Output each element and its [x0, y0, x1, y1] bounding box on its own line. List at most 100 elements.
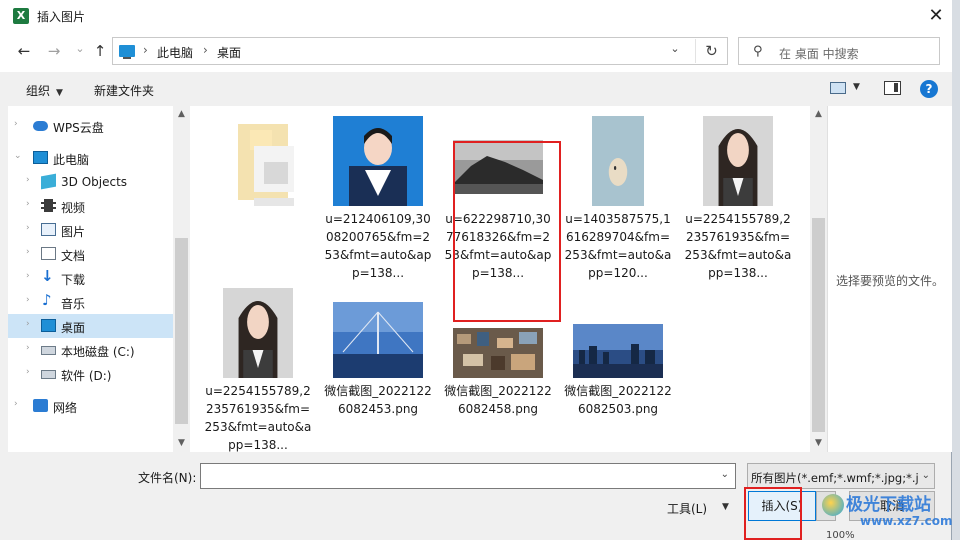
file-type-filter-value: 所有图片(*.emf;*.wmf;*.jpg;*.jpeg;*.png)	[751, 471, 919, 485]
scroll-up-icon[interactable]: ▲	[810, 106, 827, 123]
watermark-logo-icon	[822, 494, 844, 516]
refresh-button[interactable]: ↻	[695, 39, 727, 63]
navigation-pane: › WPS云盘 ⌄ 此电脑 › 3D Objects › 视频 › 图片 › 文…	[8, 106, 173, 452]
organize-label: 组织	[26, 84, 51, 98]
sidebar-item-label: 此电脑	[53, 153, 90, 167]
file-name: 微信截图_20221226082458.png	[444, 384, 552, 416]
sidebar-item-local-disk-c[interactable]: › 本地磁盘 (C:)	[8, 338, 173, 362]
chevron-down-icon[interactable]: ⌄	[922, 470, 930, 481]
sidebar-item-label: 3D Objects	[61, 175, 128, 189]
sidebar-item-videos[interactable]: › 视频	[8, 194, 173, 218]
portrait-gray-thumbnail	[703, 116, 773, 206]
preview-pane: 选择要预览的文件。	[827, 106, 952, 452]
disk-icon	[41, 370, 56, 379]
back-button[interactable]: ←	[14, 40, 34, 62]
address-bar[interactable]: › 此电脑 › 桌面 ⌄ ↻	[112, 37, 728, 65]
file-name: 微信截图_20221226082503.png	[564, 384, 672, 416]
scroll-down-icon[interactable]: ▼	[173, 435, 190, 452]
view-options-icon[interactable]	[830, 82, 846, 94]
breadcrumb-separator[interactable]: ›	[203, 43, 208, 57]
expand-arrow-icon[interactable]: ›	[14, 119, 18, 129]
forward-button[interactable]: →	[44, 40, 64, 62]
scroll-down-icon[interactable]: ▼	[810, 435, 827, 452]
new-folder-button[interactable]: 新建文件夹	[94, 82, 154, 99]
breadcrumb-separator[interactable]: ›	[143, 43, 148, 57]
sidebar-item-label: 桌面	[61, 321, 86, 335]
expand-arrow-icon[interactable]: ›	[26, 271, 30, 281]
navigation-bar: ← → ⌄ ↑ › 此电脑 › 桌面 ⌄ ↻ ⚲ 在 桌面 中搜索	[0, 32, 952, 72]
up-folder-button[interactable]: ↑	[90, 40, 110, 62]
sidebar-item-label: 网络	[53, 401, 78, 415]
view-dropdown-icon[interactable]: ▼	[853, 82, 860, 92]
sidebar-item-this-pc[interactable]: ⌄ 此电脑	[8, 146, 173, 170]
preview-pane-toggle-icon[interactable]	[884, 81, 901, 95]
dialog-title: 插入图片	[37, 10, 86, 24]
skyline-dusk-thumbnail	[573, 324, 663, 378]
sidebar-item-label: 下载	[61, 273, 86, 287]
site-watermark: 极光下载站 www.xz7.com	[820, 490, 953, 534]
file-list: u=212406109,3008200765&fm=253&fmt=auto&a…	[190, 106, 810, 452]
expand-arrow-icon[interactable]: ›	[26, 295, 30, 305]
scroll-up-icon[interactable]: ▲	[173, 106, 190, 123]
expand-arrow-icon[interactable]: ›	[14, 399, 18, 409]
sidebar-item-pictures[interactable]: › 图片	[8, 218, 173, 242]
chevron-down-icon: ▼	[56, 88, 63, 98]
bridge-night-thumbnail	[333, 302, 423, 378]
search-icon: ⚲	[753, 44, 763, 59]
sidebar-item-downloads[interactable]: › ↓ 下载	[8, 266, 173, 290]
3d-objects-icon	[41, 173, 56, 190]
sidebar-item-software-d[interactable]: › 软件 (D:)	[8, 362, 173, 386]
cartoon-thumbnail	[592, 116, 644, 206]
tools-menu[interactable]: 工具(L)	[667, 500, 707, 517]
expand-arrow-icon[interactable]: ›	[26, 247, 30, 257]
sidebar-item-network[interactable]: › 网络	[8, 394, 173, 418]
expand-arrow-icon[interactable]: ›	[26, 343, 30, 353]
sidebar-item-music[interactable]: › ♪ 音乐	[8, 290, 173, 314]
insert-picture-dialog: X 插入图片 ✕ ← → ⌄ ↑ › 此电脑 › 桌面 ⌄ ↻ ⚲ 在 桌面 中…	[0, 0, 952, 540]
blurred-folder-thumbnail	[238, 124, 294, 206]
disk-icon	[41, 346, 56, 355]
tools-dropdown-icon[interactable]: ▼	[722, 502, 729, 512]
breadcrumb-desktop[interactable]: 桌面	[217, 44, 241, 61]
organize-menu[interactable]: 组织 ▼	[26, 82, 63, 99]
network-icon	[33, 399, 48, 412]
file-name: u=2254155789,2235761935&fm=253&fmt=auto&…	[204, 384, 312, 452]
preview-placeholder: 选择要预览的文件。	[836, 274, 945, 288]
cloud-icon	[33, 121, 48, 131]
sidebar-item-wps-cloud[interactable]: › WPS云盘	[8, 114, 173, 138]
collapse-arrow-icon[interactable]: ⌄	[14, 151, 22, 161]
portrait-blue-thumbnail	[333, 116, 423, 206]
scrollbar-thumb[interactable]	[175, 238, 188, 424]
title-bar: X 插入图片 ✕	[0, 0, 952, 32]
close-button[interactable]: ✕	[920, 2, 952, 30]
breadcrumb-this-pc[interactable]: 此电脑	[157, 44, 193, 61]
expand-arrow-icon[interactable]: ›	[26, 223, 30, 233]
search-box[interactable]: ⚲ 在 桌面 中搜索	[738, 37, 940, 65]
sidebar-item-label: 音乐	[61, 297, 86, 311]
expand-arrow-icon[interactable]: ›	[26, 199, 30, 209]
file-name: u=2254155789,2235761935&fm=253&fmt=auto&…	[684, 212, 792, 280]
navigation-pane-scrollbar[interactable]: ▲ ▼	[173, 106, 190, 452]
sidebar-item-3d-objects[interactable]: › 3D Objects	[8, 170, 173, 194]
sidebar-item-label: 图片	[61, 225, 86, 239]
address-history-dropdown[interactable]: ⌄	[665, 42, 685, 55]
download-icon: ↓	[41, 267, 54, 285]
sidebar-item-label: 视频	[61, 201, 86, 215]
chevron-down-icon[interactable]: ⌄	[721, 469, 729, 480]
file-list-scrollbar[interactable]: ▲ ▼	[810, 106, 827, 452]
filename-input[interactable]: ⌄	[200, 463, 736, 489]
file-type-filter[interactable]: 所有图片(*.emf;*.wmf;*.jpg;*.jpeg;*.png) ⌄	[747, 463, 935, 489]
expand-arrow-icon[interactable]: ›	[26, 319, 30, 329]
expand-arrow-icon[interactable]: ›	[26, 175, 30, 185]
city-aerial-thumbnail	[453, 328, 543, 378]
sidebar-item-label: 本地磁盘 (C:)	[61, 345, 135, 359]
file-name: u=212406109,3008200765&fm=253&fmt=auto&a…	[324, 212, 432, 280]
expand-arrow-icon[interactable]: ›	[26, 367, 30, 377]
help-icon[interactable]: ?	[920, 80, 938, 98]
sidebar-item-documents[interactable]: › 文档	[8, 242, 173, 266]
scrollbar-thumb[interactable]	[812, 218, 825, 432]
watermark-url: www.xz7.com	[860, 514, 953, 528]
file-name: 微信截图_20221226082453.png	[324, 384, 432, 416]
recent-locations-button[interactable]: ⌄	[70, 38, 90, 60]
sidebar-item-desktop[interactable]: › 桌面	[8, 314, 173, 338]
